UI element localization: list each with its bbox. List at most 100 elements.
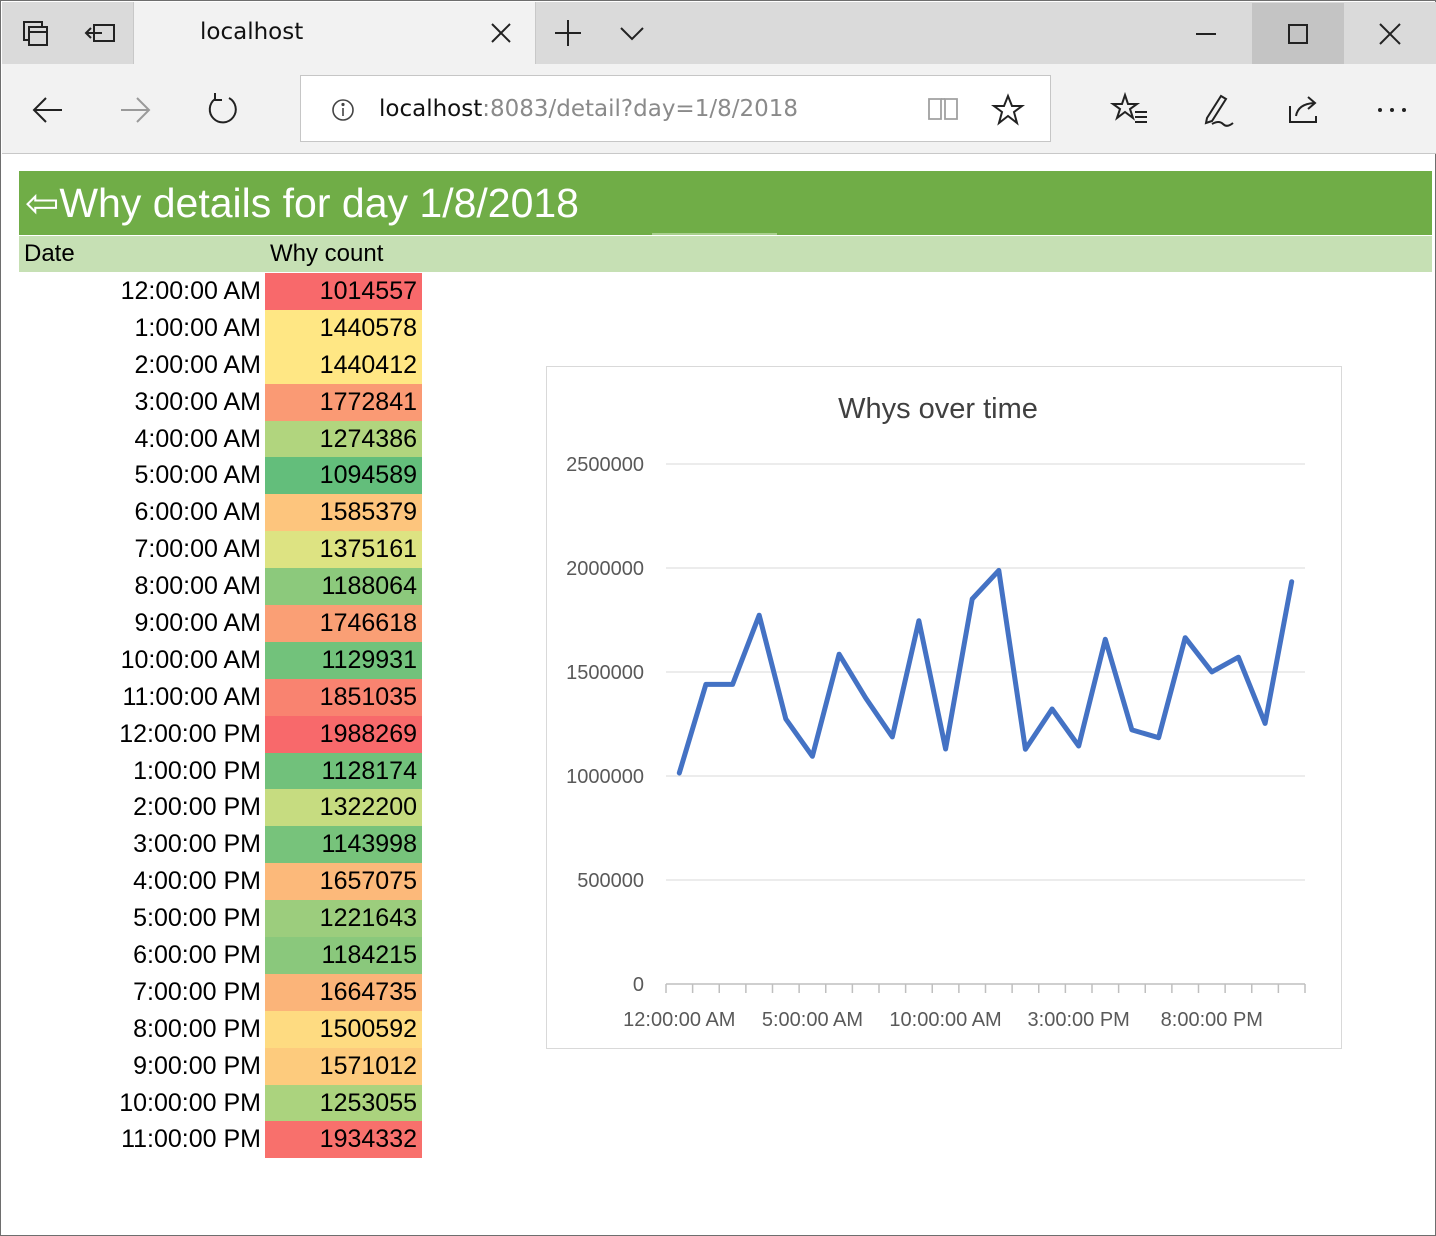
data-point <box>1236 655 1241 660</box>
row-date: 9:00:00 PM <box>133 1051 261 1080</box>
refresh-icon[interactable] <box>203 90 243 130</box>
data-point <box>1129 727 1134 732</box>
set-aside-tabs-icon <box>84 24 115 42</box>
data-point <box>757 613 762 618</box>
active-tab[interactable]: localhost <box>133 2 536 65</box>
share-icon[interactable] <box>1284 90 1326 130</box>
new-tab-icon <box>555 20 581 46</box>
row-date: 2:00:00 AM <box>134 350 261 379</box>
row-date: 7:00:00 AM <box>134 535 261 564</box>
row-count: 1500592 <box>265 1010 422 1048</box>
table-row: 5:00:00 AM 1094589 <box>19 457 422 495</box>
data-point <box>890 734 895 739</box>
y-tick-label: 500000 <box>577 870 644 892</box>
row-date: 2:00:00 PM <box>133 793 261 822</box>
page-content: ⇦Why details for day 1/8/2018 Date Why c… <box>1 155 1436 1235</box>
back-arrow-link[interactable]: ⇦ <box>25 180 59 226</box>
tab-list-chevron-icon <box>620 27 644 41</box>
row-date: 10:00:00 PM <box>119 1088 261 1117</box>
row-date: 4:00:00 PM <box>133 867 261 896</box>
row-date: 3:00:00 PM <box>133 830 261 859</box>
column-header-date: Date <box>24 240 75 267</box>
table-row: 1:00:00 AM 1440578 <box>19 309 422 347</box>
row-date: 10:00:00 AM <box>120 645 261 674</box>
table-row: 8:00:00 PM 1500592 <box>19 1010 422 1048</box>
row-count: 1746618 <box>265 605 422 642</box>
table-row: 11:00:00 PM 1934332 <box>19 1121 422 1159</box>
x-tick-label: 10:00:00 AM <box>889 1009 1001 1031</box>
row-count: 1440578 <box>265 309 422 347</box>
row-count: 1128174 <box>265 752 422 790</box>
more-icon[interactable] <box>1372 90 1414 130</box>
tab-list-button[interactable] <box>602 2 662 64</box>
row-date: 5:00:00 AM <box>134 461 261 490</box>
table-row: 2:00:00 PM 1322200 <box>19 789 422 827</box>
maximize-button[interactable] <box>1252 3 1344 65</box>
row-count: 1274386 <box>265 420 422 458</box>
data-point <box>970 596 975 601</box>
y-tick-label: 1500000 <box>566 662 644 684</box>
row-date: 11:00:00 AM <box>122 682 261 711</box>
row-count: 1188064 <box>265 568 422 606</box>
data-point <box>916 618 921 623</box>
back-icon[interactable] <box>28 90 68 130</box>
data-point <box>943 746 948 751</box>
table-row: 12:00:00 PM 1988269 <box>19 715 422 753</box>
row-date: 6:00:00 AM <box>134 498 261 527</box>
data-point <box>1103 637 1108 642</box>
web-note-icon[interactable] <box>1197 90 1239 130</box>
data-point <box>1183 635 1188 640</box>
column-header-count: Why count <box>270 240 384 267</box>
maximize-icon <box>1288 24 1308 44</box>
tab-strip: localhost <box>2 2 1436 65</box>
close-window-icon <box>1379 23 1401 45</box>
table-row: 7:00:00 AM 1375161 <box>19 531 422 569</box>
table-row: 6:00:00 PM 1184215 <box>19 937 422 974</box>
set-aside-tabs-button[interactable] <box>68 2 134 64</box>
address-bar[interactable]: localhost:8083/detail?day=1/8/2018 <box>300 75 1051 142</box>
row-date: 5:00:00 PM <box>133 904 261 933</box>
minimize-button[interactable] <box>1160 3 1252 65</box>
row-date: 8:00:00 AM <box>134 572 261 601</box>
data-point <box>783 716 788 721</box>
data-point <box>1263 721 1268 726</box>
forward-icon[interactable] <box>115 90 155 130</box>
table-row: 9:00:00 PM 1571012 <box>19 1047 422 1085</box>
close-window-button[interactable] <box>1344 3 1436 65</box>
data-point <box>837 652 842 657</box>
row-count: 1253055 <box>265 1084 422 1122</box>
data-point <box>1076 744 1081 749</box>
table-row: 8:00:00 AM 1188064 <box>19 568 422 606</box>
data-point <box>810 754 815 759</box>
close-tab-icon[interactable] <box>486 18 516 48</box>
favorites-hub-icon[interactable] <box>1109 90 1151 130</box>
row-count: 1851035 <box>265 678 422 716</box>
row-date: 8:00:00 PM <box>133 1014 261 1043</box>
site-info-icon[interactable] <box>331 98 355 122</box>
data-point <box>1050 706 1055 711</box>
row-date: 1:00:00 AM <box>134 313 261 342</box>
table-row: 9:00:00 AM 1746618 <box>19 605 422 642</box>
tab-title: localhost <box>200 19 304 45</box>
y-tick-label: 0 <box>633 974 644 996</box>
tab-preview-icon <box>23 21 48 46</box>
x-tick-label: 3:00:00 PM <box>1028 1009 1130 1031</box>
y-tick-label: 2500000 <box>566 454 644 476</box>
table-row: 4:00:00 AM 1274386 <box>19 420 422 458</box>
page-title-row: ⇦Why details for day 1/8/2018 <box>25 179 579 227</box>
table-row: 10:00:00 AM 1129931 <box>19 641 422 679</box>
data-point <box>1289 579 1294 584</box>
table-row: 1:00:00 PM 1128174 <box>19 752 422 790</box>
new-tab-button[interactable] <box>538 2 598 64</box>
address-path: :8083/detail?day=1/8/2018 <box>482 96 799 122</box>
address-text[interactable]: localhost:8083/detail?day=1/8/2018 <box>379 96 798 122</box>
data-point <box>677 770 682 775</box>
data-point <box>730 682 735 687</box>
favorite-star-icon[interactable] <box>991 93 1025 127</box>
tab-preview-button[interactable] <box>2 2 68 64</box>
row-date: 9:00:00 AM <box>134 609 261 638</box>
row-count: 1094589 <box>265 457 422 495</box>
chart-container: Whys over time 2500000 2000000 1500000 1000… <box>546 366 1342 1049</box>
row-count: 1221643 <box>265 900 422 938</box>
reading-view-icon[interactable] <box>926 94 960 124</box>
